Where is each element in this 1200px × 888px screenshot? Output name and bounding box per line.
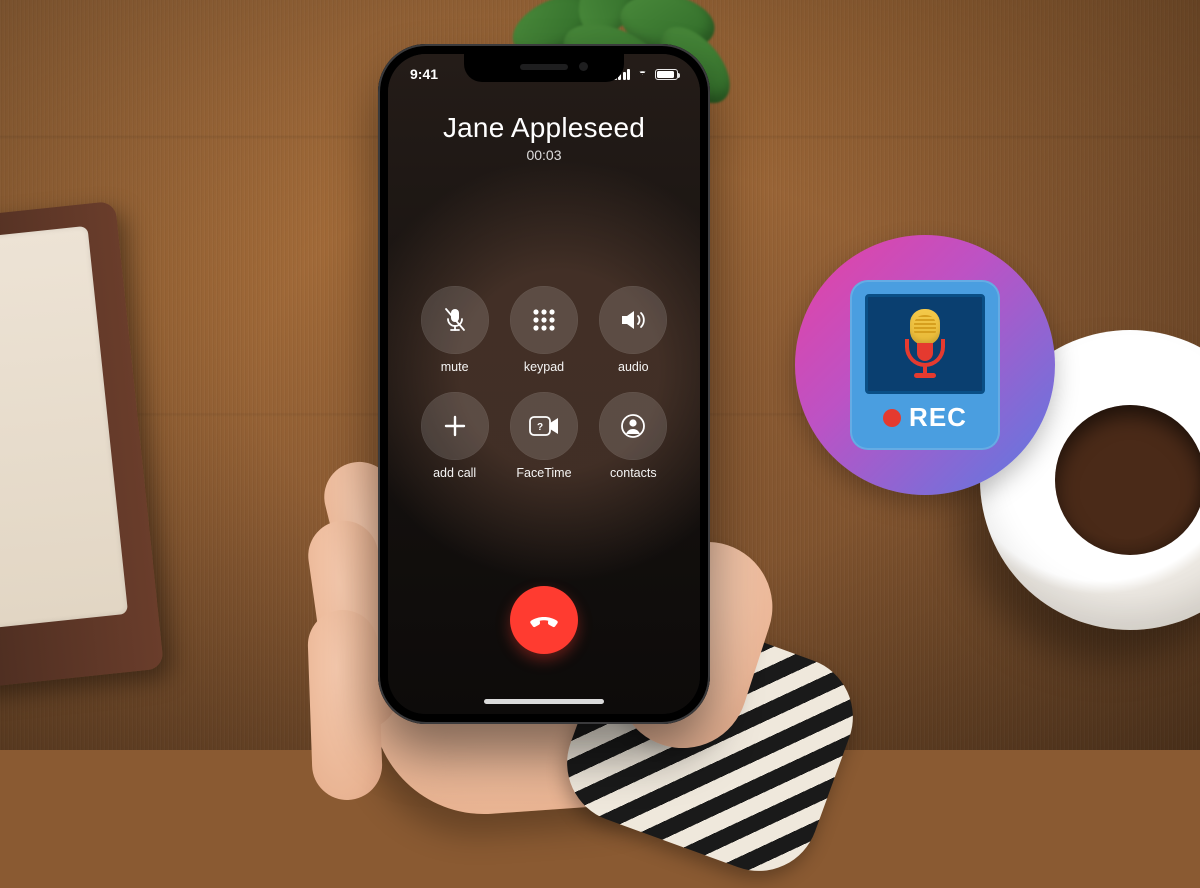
phone-notch: [464, 54, 624, 82]
record-app-badge: REC: [795, 235, 1055, 495]
audio-label: audio: [618, 360, 649, 374]
record-label: REC: [909, 402, 967, 433]
audio-button[interactable]: [599, 286, 667, 354]
mute-icon: [440, 305, 470, 335]
end-call-button[interactable]: [510, 586, 578, 654]
contacts-button[interactable]: [599, 392, 667, 460]
mute-button[interactable]: [421, 286, 489, 354]
add-call-label: add call: [433, 466, 476, 480]
phone-screen: 9:41 Jane Appleseed 00:03: [388, 54, 700, 714]
home-indicator[interactable]: [484, 699, 604, 704]
microphone-icon: [905, 309, 945, 379]
caller-info: Jane Appleseed 00:03: [388, 112, 700, 163]
facetime-label: FaceTime: [516, 466, 571, 480]
status-time: 9:41: [410, 66, 438, 82]
phone-device: 9:41 Jane Appleseed 00:03: [378, 44, 710, 724]
wifi-icon: [635, 69, 650, 80]
facetime-icon: ?: [528, 414, 560, 438]
record-dot-icon: [883, 409, 901, 427]
hangup-icon: [526, 602, 562, 638]
keypad-label: keypad: [524, 360, 564, 374]
call-duration: 00:03: [388, 147, 700, 163]
record-app-card: REC: [850, 280, 1000, 450]
contacts-label: contacts: [610, 466, 657, 480]
keypad-button[interactable]: [510, 286, 578, 354]
add-call-button[interactable]: [421, 392, 489, 460]
caller-name: Jane Appleseed: [388, 112, 700, 144]
record-app-inner: [865, 294, 985, 394]
mute-label: mute: [441, 360, 469, 374]
svg-text:?: ?: [537, 422, 543, 433]
battery-icon: [655, 69, 678, 80]
plus-icon: [441, 412, 469, 440]
contacts-icon: [619, 412, 647, 440]
speaker-icon: [618, 305, 648, 335]
facetime-button[interactable]: ?: [510, 392, 578, 460]
call-controls-grid: mute keypad: [388, 286, 700, 480]
keypad-icon: [530, 306, 558, 334]
